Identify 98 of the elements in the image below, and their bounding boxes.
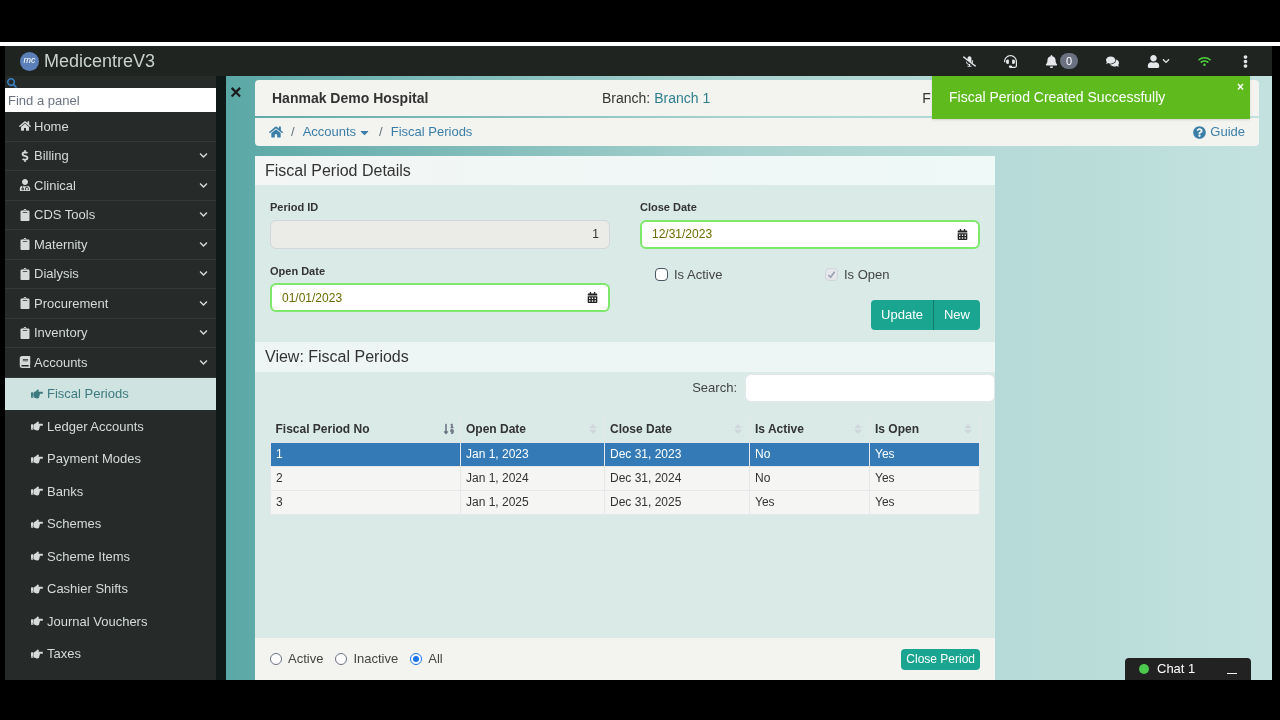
help-icon[interactable] bbox=[1193, 125, 1207, 139]
sidebar-item[interactable]: Home bbox=[5, 112, 216, 142]
sidebar-item[interactable]: Clinical bbox=[5, 171, 216, 201]
breadcrumb-separator: / bbox=[291, 123, 295, 142]
table-cell: No bbox=[749, 442, 870, 466]
table-search-field[interactable] bbox=[745, 374, 995, 402]
sidebar-item[interactable]: Accounts bbox=[5, 348, 216, 378]
chat-widget[interactable]: Chat 1 bbox=[1125, 658, 1251, 680]
column-header[interactable]: Open Date bbox=[460, 416, 605, 442]
hand-icon bbox=[31, 517, 43, 530]
sidebar-subitem[interactable]: Payment Modes bbox=[5, 442, 216, 475]
checkbox[interactable] bbox=[655, 267, 668, 281]
headset-icon[interactable] bbox=[1003, 54, 1017, 68]
hand-icon bbox=[31, 647, 43, 660]
logo-icon: mc bbox=[20, 51, 39, 71]
wifi-icon bbox=[1198, 54, 1211, 68]
sidebar-subitem[interactable]: Fiscal Periods bbox=[5, 377, 216, 410]
table-cell: 3 bbox=[270, 490, 461, 514]
table-cell: Yes bbox=[749, 490, 870, 514]
hand-icon bbox=[31, 387, 43, 400]
sidebar-subitem[interactable]: Scheme Items bbox=[5, 540, 216, 573]
notifications-icon[interactable] bbox=[1044, 54, 1058, 68]
table-cell: Dec 31, 2023 bbox=[604, 442, 750, 466]
search-field[interactable]: Find a panel bbox=[5, 88, 216, 112]
breadcrumb-link[interactable]: Accounts bbox=[302, 122, 372, 142]
minimize-icon[interactable] bbox=[1227, 672, 1237, 674]
column-header[interactable]: Close Date bbox=[604, 416, 750, 442]
table-cell: 1 bbox=[270, 442, 461, 466]
sidebar-subitem[interactable]: Journal Vouchers bbox=[5, 605, 216, 638]
table-cell: Yes bbox=[869, 490, 980, 514]
calendar-icon[interactable] bbox=[957, 228, 968, 240]
table-cell: Jan 1, 2023 bbox=[460, 442, 605, 466]
branch-name: Branch 1 bbox=[654, 88, 711, 108]
open-date-field[interactable]: 01/01/2023 bbox=[270, 283, 610, 312]
breadcrumb-separator: / bbox=[379, 123, 383, 142]
radio-button[interactable] bbox=[410, 653, 423, 665]
toast-message: Fiscal Period Created Successfully bbox=[949, 88, 1167, 107]
home-icon[interactable] bbox=[269, 125, 283, 139]
column-header[interactable]: Fiscal Period No bbox=[270, 416, 461, 442]
sidebar-subitem[interactable]: Cashier Shifts bbox=[5, 572, 216, 605]
sidebar-subitem[interactable]: Banks bbox=[5, 475, 216, 508]
period-id-field[interactable]: 1 bbox=[270, 219, 610, 249]
search-icon bbox=[7, 78, 17, 88]
sidebar-item[interactable]: CDS Tools bbox=[5, 200, 216, 230]
radio-button[interactable] bbox=[270, 653, 282, 665]
close-date-field[interactable]: 12/31/2023 bbox=[640, 219, 980, 249]
hospital-name: Hanmak Demo Hospital bbox=[272, 88, 430, 108]
breadcrumb-link[interactable]: Fiscal Periods bbox=[390, 122, 473, 142]
hand-icon bbox=[31, 420, 43, 433]
hand-icon bbox=[31, 615, 43, 628]
radio-label: Inactive bbox=[353, 650, 399, 669]
sort-icon bbox=[443, 422, 455, 435]
app-title: MedicentreV3 bbox=[44, 49, 156, 73]
sidebar-item[interactable]: Maternity bbox=[5, 230, 216, 260]
checkbox-label: Is Open bbox=[844, 265, 890, 284]
checkmark-icon bbox=[827, 269, 836, 279]
chat-icon[interactable] bbox=[1106, 54, 1119, 68]
field-label: Period ID bbox=[270, 200, 320, 215]
table-cell: Jan 1, 2025 bbox=[460, 490, 605, 514]
field-label: Open Date bbox=[270, 263, 326, 279]
mute-icon[interactable] bbox=[962, 54, 976, 68]
column-header[interactable]: Is Active bbox=[749, 416, 870, 442]
header-text: F bbox=[922, 88, 931, 108]
table-row[interactable]: 3 Jan 1, 2025 Dec 31, 2025 Yes Yes bbox=[270, 490, 980, 514]
table-cell: Jan 1, 2024 bbox=[460, 466, 605, 490]
table-cell: Dec 31, 2025 bbox=[604, 490, 750, 514]
sidebar-item[interactable]: Dialysis bbox=[5, 259, 216, 289]
hand-icon bbox=[31, 485, 43, 498]
user-menu-icon[interactable] bbox=[1147, 54, 1170, 68]
table-cell: Dec 31, 2024 bbox=[604, 466, 750, 490]
hand-icon bbox=[31, 550, 43, 563]
branch-label: Branch: bbox=[602, 88, 651, 108]
view-title: View: Fiscal Periods bbox=[265, 347, 409, 367]
sidebar-subitem[interactable]: Taxes bbox=[5, 637, 216, 670]
hand-icon bbox=[31, 452, 43, 465]
sidebar-item[interactable]: Inventory bbox=[5, 318, 216, 348]
table-cell: Yes bbox=[869, 466, 980, 490]
column-header[interactable]: Is Open bbox=[869, 416, 980, 442]
search-label: Search: bbox=[692, 379, 737, 398]
radio-button[interactable] bbox=[335, 653, 348, 665]
sidebar-subitem[interactable]: Schemes bbox=[5, 507, 216, 540]
table-cell: Yes bbox=[869, 442, 980, 466]
sidebar-subitem[interactable]: Ledger Accounts bbox=[5, 410, 216, 443]
field-label: Close Date bbox=[640, 200, 698, 215]
checkbox-label: Is Active bbox=[674, 265, 723, 284]
hand-icon bbox=[31, 582, 43, 595]
close-button[interactable]: × bbox=[230, 82, 250, 146]
panel-title: Fiscal Period Details bbox=[265, 160, 411, 181]
notification-count: 0 bbox=[1059, 52, 1078, 70]
guide-link[interactable]: Guide bbox=[1210, 122, 1245, 142]
sidebar-item[interactable]: Procurement bbox=[5, 289, 216, 319]
table-cell: No bbox=[749, 466, 870, 490]
table-row[interactable]: 2 Jan 1, 2024 Dec 31, 2024 No Yes bbox=[270, 466, 980, 490]
table-row[interactable]: 1 Jan 1, 2023 Dec 31, 2023 No Yes bbox=[270, 442, 980, 466]
radio-label: Active bbox=[288, 650, 324, 669]
table-cell: 2 bbox=[270, 466, 461, 490]
radio-label: All bbox=[428, 650, 443, 669]
calendar-icon[interactable] bbox=[587, 292, 598, 303]
